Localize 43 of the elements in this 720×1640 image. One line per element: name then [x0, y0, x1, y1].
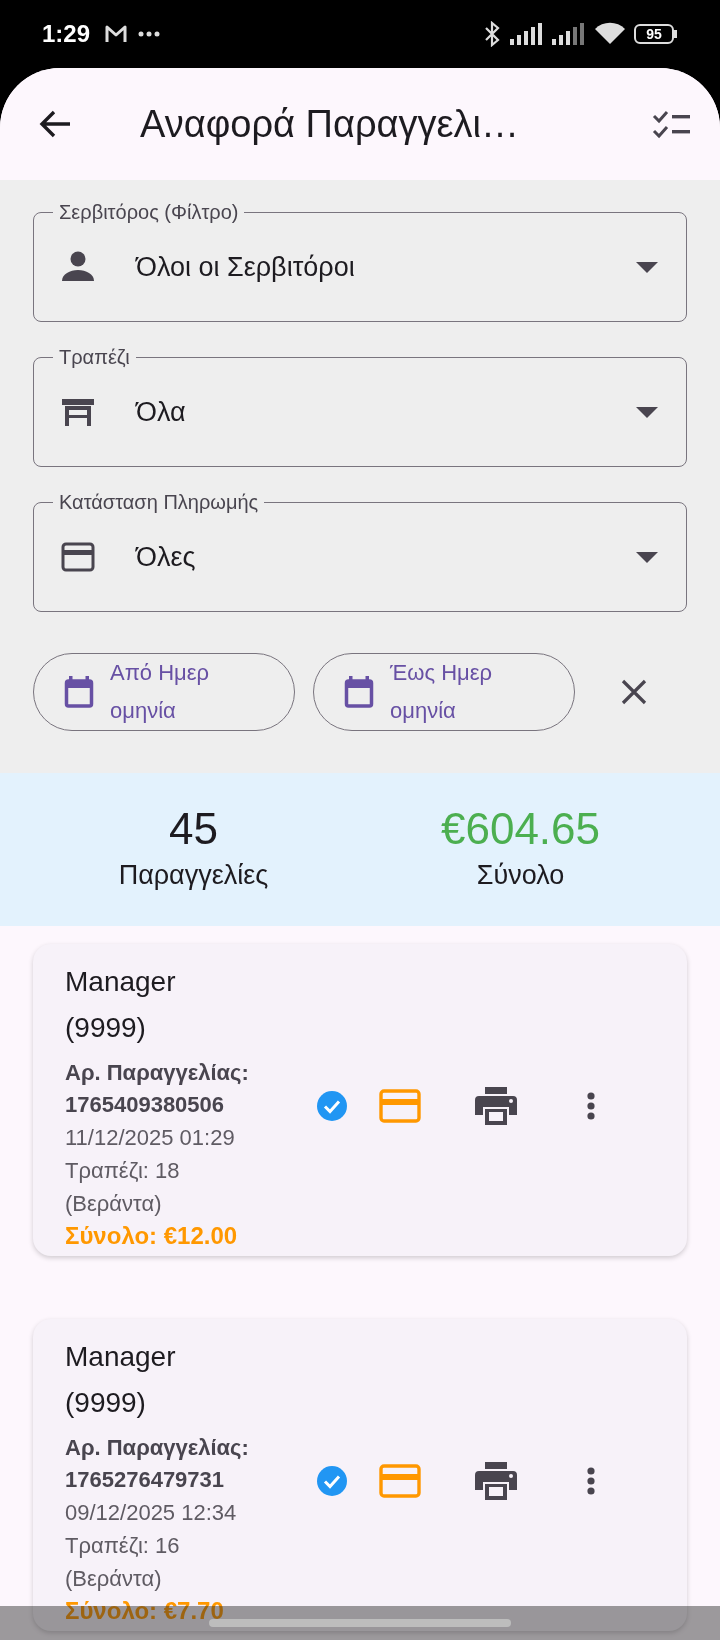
order-count: 45 [169, 803, 218, 855]
printer-icon [475, 1461, 517, 1500]
signal-icon [552, 23, 586, 45]
back-button[interactable] [38, 109, 72, 139]
table-info: Τραπέζι: 18 (Βεράντα) [65, 1157, 181, 1218]
waiter-name: Manager (9999) [65, 965, 177, 1045]
screen-title: Αναφορά Παραγγελι… [140, 102, 520, 146]
order-total: Σύνολο: €12.00 [65, 1221, 239, 1251]
order-number: Αρ. Παραγγελίας: 1765276479731 [65, 1434, 250, 1494]
total-amount-label: Σύνολο [476, 859, 565, 892]
signal-icon [510, 23, 544, 45]
clock-time: 1:29 [42, 20, 91, 48]
calendar-icon [64, 676, 94, 708]
waiter-name: Manager (9999) [65, 1340, 177, 1420]
dropdown-caret-icon [636, 551, 658, 563]
more-vert-icon [587, 1091, 595, 1120]
checklist-icon [652, 109, 692, 139]
printer-icon [475, 1086, 517, 1125]
calendar-icon [344, 676, 374, 708]
order-date: 09/12/2025 12:34 [65, 1499, 238, 1527]
credit-card-icon [379, 1088, 421, 1123]
mail-icon [104, 24, 129, 44]
checklist-button[interactable] [652, 109, 692, 139]
clear-dates-button[interactable] [621, 679, 647, 705]
table-info: Τραπέζι: 16 (Βεράντα) [65, 1532, 181, 1593]
total-amount: €604.65 [440, 803, 601, 855]
order-number: Αρ. Παραγγελίας: 1765409380506 [65, 1059, 250, 1119]
wifi-icon [594, 22, 626, 46]
print-button[interactable] [475, 1086, 517, 1125]
more-options-button[interactable] [587, 1091, 595, 1120]
more-notifications-icon [138, 31, 161, 37]
credit-card-icon [379, 1463, 421, 1498]
print-button[interactable] [475, 1461, 517, 1500]
more-vert-icon [587, 1466, 595, 1495]
more-options-button[interactable] [587, 1466, 595, 1495]
bluetooth-icon [484, 21, 500, 47]
order-date: 11/12/2025 01:29 [65, 1124, 236, 1152]
dropdown-caret-icon [636, 261, 658, 273]
order-count-label: Παραγγελίες [118, 859, 269, 892]
back-arrow-icon [38, 109, 72, 139]
dropdown-caret-icon [636, 406, 658, 418]
close-icon [621, 679, 647, 705]
order-card[interactable]: Manager (9999) Αρ. Παραγγελίας: 1765409380506 11/12/2025 01:29 Τραπέζι: 18 (Βεράντα) Σύνολο: €12.00 [33, 944, 687, 1256]
